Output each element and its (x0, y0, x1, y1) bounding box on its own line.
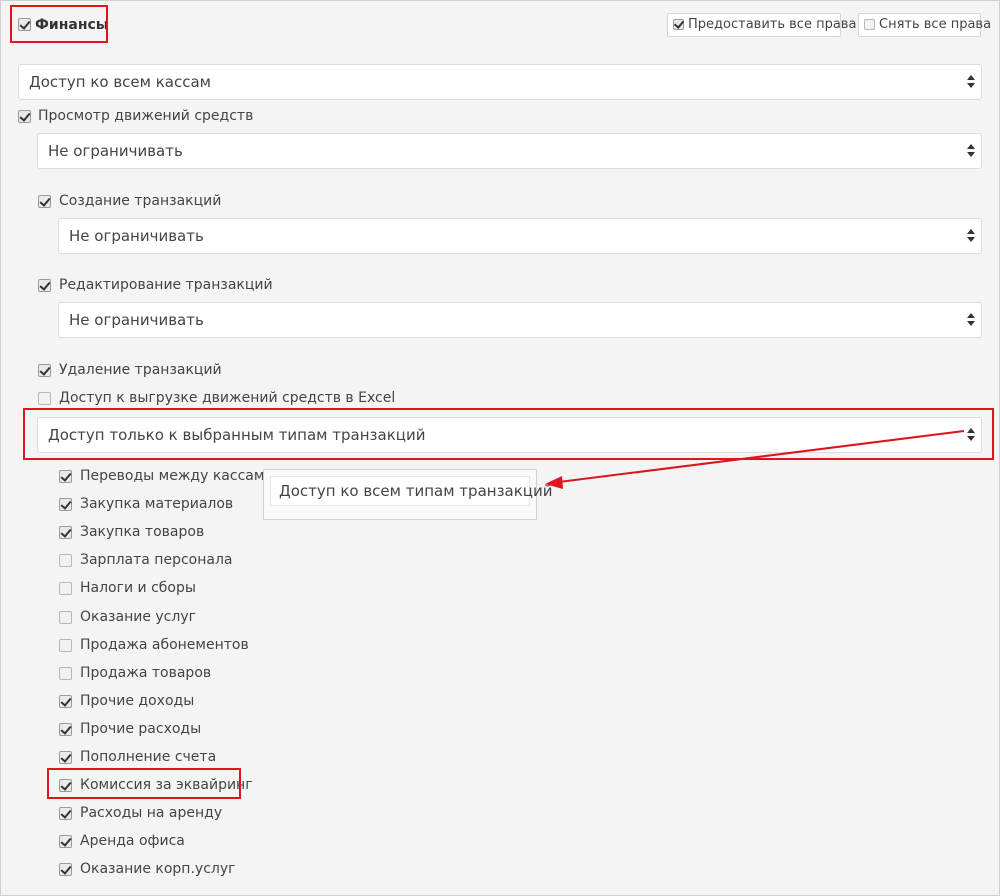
arrow-head (545, 476, 563, 489)
finance-permissions-panel: Финансы Предоставить все права Снять все… (0, 0, 1000, 896)
arrow-line (558, 430, 965, 483)
annotation-arrow (545, 430, 965, 489)
